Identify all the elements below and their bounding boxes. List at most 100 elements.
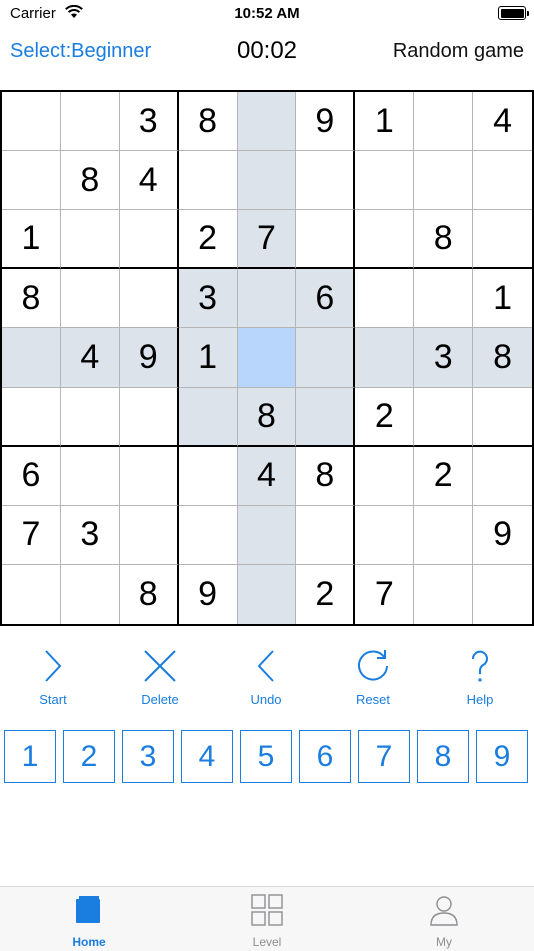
sudoku-cell[interactable]: 8 xyxy=(120,564,179,624)
sudoku-cell[interactable] xyxy=(60,269,120,329)
sudoku-cell[interactable] xyxy=(2,92,61,152)
undo-button[interactable]: Undo xyxy=(226,648,306,707)
sudoku-cell[interactable]: 8 xyxy=(414,210,474,270)
sudoku-cell[interactable] xyxy=(237,564,297,624)
sudoku-cell[interactable]: 3 xyxy=(119,92,179,152)
sudoku-cell[interactable] xyxy=(60,92,120,152)
sudoku-cell[interactable] xyxy=(178,387,238,447)
sudoku-cell[interactable] xyxy=(296,151,356,211)
sudoku-cell[interactable]: 9 xyxy=(296,92,356,152)
sudoku-cell[interactable] xyxy=(237,92,297,152)
sudoku-cell[interactable]: 9 xyxy=(179,564,238,624)
sudoku-cell[interactable] xyxy=(296,505,356,565)
sudoku-cell[interactable] xyxy=(414,92,474,152)
sudoku-cell[interactable] xyxy=(178,505,238,565)
sudoku-cell[interactable]: 3 xyxy=(178,269,238,329)
sudoku-cell[interactable] xyxy=(237,151,297,211)
sudoku-cell[interactable] xyxy=(2,328,61,388)
sudoku-cell[interactable]: 2 xyxy=(355,387,415,447)
sudoku-cell[interactable] xyxy=(473,151,532,211)
sudoku-cell[interactable] xyxy=(296,328,356,388)
sudoku-cell[interactable]: 6 xyxy=(2,446,61,506)
sudoku-cell[interactable] xyxy=(237,505,297,565)
sudoku-cell[interactable] xyxy=(60,387,120,447)
number-key-9[interactable]: 9 xyxy=(476,730,528,783)
sudoku-cell[interactable]: 8 xyxy=(237,387,297,447)
sudoku-cell[interactable] xyxy=(473,565,532,624)
number-key-7[interactable]: 7 xyxy=(358,730,410,783)
number-key-1[interactable]: 1 xyxy=(4,730,56,783)
sudoku-cell[interactable]: 2 xyxy=(414,446,474,506)
sudoku-cell[interactable] xyxy=(60,446,120,506)
sudoku-cell[interactable]: 3 xyxy=(414,328,474,388)
number-key-5[interactable]: 5 xyxy=(240,730,292,783)
sudoku-cell[interactable]: 7 xyxy=(2,505,61,565)
sudoku-cell[interactable] xyxy=(296,210,356,270)
sudoku-cell[interactable]: 2 xyxy=(178,210,238,270)
sudoku-cell[interactable] xyxy=(119,446,179,506)
sudoku-cell[interactable]: 8 xyxy=(60,151,120,211)
delete-button[interactable]: Delete xyxy=(120,648,200,707)
tab-level[interactable]: Level xyxy=(212,893,322,949)
sudoku-cell[interactable] xyxy=(2,387,61,447)
sudoku-cell[interactable]: 3 xyxy=(60,505,120,565)
tab-home[interactable]: Home xyxy=(34,893,144,949)
sudoku-cell[interactable]: 1 xyxy=(2,210,61,270)
tab-my[interactable]: My xyxy=(389,893,499,949)
sudoku-cell[interactable] xyxy=(473,447,532,506)
sudoku-cell[interactable]: 1 xyxy=(355,92,415,152)
sudoku-cell[interactable] xyxy=(414,505,474,565)
sudoku-cell[interactable]: 4 xyxy=(60,328,120,388)
sudoku-cell[interactable] xyxy=(355,269,415,329)
sudoku-cell[interactable]: 1 xyxy=(178,328,238,388)
sudoku-cell[interactable]: 4 xyxy=(119,151,179,211)
sudoku-cell[interactable] xyxy=(296,387,356,447)
sudoku-cell[interactable] xyxy=(119,269,179,329)
sudoku-cell[interactable] xyxy=(414,387,474,447)
sudoku-cell[interactable] xyxy=(178,446,238,506)
sudoku-cell[interactable] xyxy=(119,505,179,565)
start-button[interactable]: Start xyxy=(13,648,93,707)
sudoku-cell[interactable] xyxy=(355,505,415,565)
sudoku-cell[interactable] xyxy=(355,210,415,270)
level-select-button[interactable]: Select:Beginner xyxy=(10,40,151,63)
sudoku-cell[interactable] xyxy=(60,210,120,270)
sudoku-cell[interactable] xyxy=(119,387,179,447)
random-game-button[interactable]: Random game xyxy=(393,40,524,63)
sudoku-cell[interactable]: 7 xyxy=(237,210,297,270)
sudoku-cell[interactable]: 9 xyxy=(473,506,532,565)
sudoku-cell[interactable] xyxy=(473,210,532,270)
sudoku-cell[interactable] xyxy=(119,210,179,270)
sudoku-cell[interactable]: 2 xyxy=(296,564,356,624)
number-key-3[interactable]: 3 xyxy=(122,730,174,783)
sudoku-cell[interactable] xyxy=(61,564,120,624)
sudoku-cell[interactable] xyxy=(355,446,415,506)
number-key-8[interactable]: 8 xyxy=(417,730,469,783)
sudoku-cell[interactable] xyxy=(355,328,415,388)
sudoku-cell[interactable]: 8 xyxy=(2,269,61,329)
sudoku-cell[interactable] xyxy=(473,388,532,447)
sudoku-cell[interactable]: 1 xyxy=(473,269,532,329)
sudoku-cell[interactable] xyxy=(178,151,238,211)
sudoku-cell[interactable]: 9 xyxy=(119,328,179,388)
sudoku-cell[interactable]: 4 xyxy=(473,92,532,152)
sudoku-cell[interactable] xyxy=(414,564,474,624)
number-key-2[interactable]: 2 xyxy=(63,730,115,783)
number-key-4[interactable]: 4 xyxy=(181,730,233,783)
sudoku-cell[interactable]: 4 xyxy=(237,446,297,506)
sudoku-cell[interactable]: 8 xyxy=(296,446,356,506)
sudoku-cell[interactable] xyxy=(355,151,415,211)
sudoku-cell[interactable]: 8 xyxy=(178,92,238,152)
sudoku-cell[interactable]: 6 xyxy=(296,269,356,329)
sudoku-cell[interactable] xyxy=(2,564,61,624)
sudoku-cell[interactable]: 8 xyxy=(473,328,532,388)
number-key-6[interactable]: 6 xyxy=(299,730,351,783)
sudoku-cell[interactable] xyxy=(237,328,297,388)
sudoku-cell[interactable] xyxy=(2,151,61,211)
reset-button[interactable]: Reset xyxy=(333,648,413,707)
sudoku-cell[interactable] xyxy=(414,269,474,329)
sudoku-cell[interactable]: 7 xyxy=(355,564,415,624)
sudoku-cell[interactable] xyxy=(237,269,297,329)
help-button[interactable]: Help xyxy=(440,648,520,707)
sudoku-cell[interactable] xyxy=(414,151,474,211)
